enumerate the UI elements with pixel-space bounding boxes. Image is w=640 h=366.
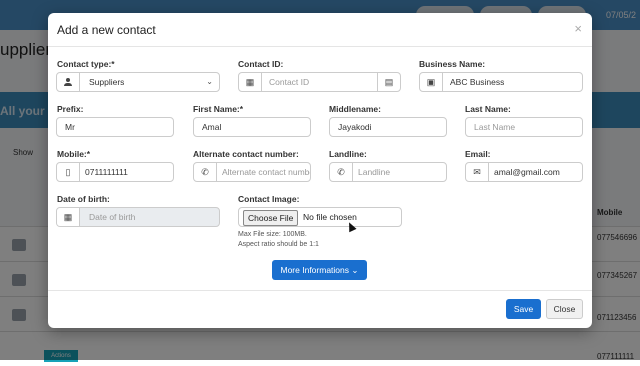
contact-id-label: Contact ID: [238, 59, 284, 69]
id-badge-icon: ▦ [239, 73, 262, 91]
contact-image-label: Contact Image: [238, 194, 300, 204]
alt-contact-placeholder: Alternate contact number [222, 167, 310, 177]
mobile-value: 0711111111 [85, 167, 128, 177]
phone-icon: ✆ [330, 163, 353, 181]
middle-name-value: Jayakodi [338, 122, 372, 132]
user-icon [57, 73, 80, 91]
contact-image-file-input[interactable]: Choose File No file chosen [238, 207, 402, 227]
prefix-label: Prefix: [57, 104, 84, 114]
divider [48, 46, 592, 47]
contact-type-label: Contact type:* [57, 59, 115, 69]
first-name-label: First Name:* [193, 104, 244, 114]
file-size-help: Max File size: 100MB. [238, 231, 307, 238]
chevron-down-icon: ⌄ [351, 265, 359, 275]
prefix-input[interactable]: Mr [56, 117, 174, 137]
modal-title: Add a new contact [57, 23, 156, 37]
landline-placeholder: Landline [358, 167, 391, 177]
save-button[interactable]: Save [506, 299, 541, 319]
middle-name-input[interactable]: Jayakodi [329, 117, 447, 137]
contact-id-input[interactable]: ▦ Contact ID ▤ [238, 72, 401, 92]
contact-id-placeholder: Contact ID [269, 77, 310, 87]
business-name-input[interactable]: ▣ ABC Business [419, 72, 583, 92]
chevron-down-icon: ⌄ [206, 77, 213, 86]
email-value: amal@gmail.com [494, 167, 560, 177]
divider [48, 290, 592, 291]
envelope-icon: ✉ [466, 163, 489, 181]
add-contact-modal: Add a new contact × Contact type:* Suppl… [48, 13, 592, 328]
email-label: Email: [465, 149, 491, 159]
mobile-input[interactable]: ▯ 0711111111 [56, 162, 174, 182]
last-name-placeholder: Last Name [474, 122, 516, 132]
choose-file-button[interactable]: Choose File [243, 210, 299, 226]
more-informations-label: More Informations [280, 265, 350, 275]
contact-type-value: Suppliers [89, 77, 125, 87]
alt-contact-input[interactable]: ✆ Alternate contact number [193, 162, 311, 182]
mobile-label: Mobile:* [57, 149, 91, 159]
middle-name-label: Middlename: [329, 104, 381, 114]
alt-contact-label: Alternate contact number: [193, 149, 299, 159]
aspect-ratio-help: Aspect ratio should be 1:1 [238, 241, 319, 248]
last-name-label: Last Name: [465, 104, 511, 114]
business-name-label: Business Name: [419, 59, 486, 69]
landline-input[interactable]: ✆ Landline [329, 162, 447, 182]
landline-label: Landline: [329, 149, 367, 159]
phone-icon: ✆ [194, 163, 217, 181]
more-informations-button[interactable]: More Informations ⌄ [272, 260, 367, 280]
prefix-value: Mr [65, 122, 75, 132]
contact-type-select[interactable]: Suppliers ⌄ [56, 72, 220, 92]
dob-input[interactable]: ▦ Date of birth [56, 207, 220, 227]
calendar-icon: ▦ [57, 208, 80, 226]
business-name-value: ABC Business [450, 77, 505, 87]
close-icon[interactable]: × [574, 21, 582, 36]
mobile-icon: ▯ [57, 163, 80, 181]
dob-label: Date of birth: [57, 194, 110, 204]
email-input[interactable]: ✉ amal@gmail.com [465, 162, 583, 182]
briefcase-icon: ▣ [420, 73, 443, 91]
close-button[interactable]: Close [546, 299, 583, 319]
first-name-input[interactable]: Amal [193, 117, 311, 137]
last-name-input[interactable]: Last Name [465, 117, 583, 137]
id-card-icon: ▤ [377, 73, 400, 91]
first-name-value: Amal [202, 122, 222, 132]
dob-placeholder: Date of birth [89, 212, 136, 222]
